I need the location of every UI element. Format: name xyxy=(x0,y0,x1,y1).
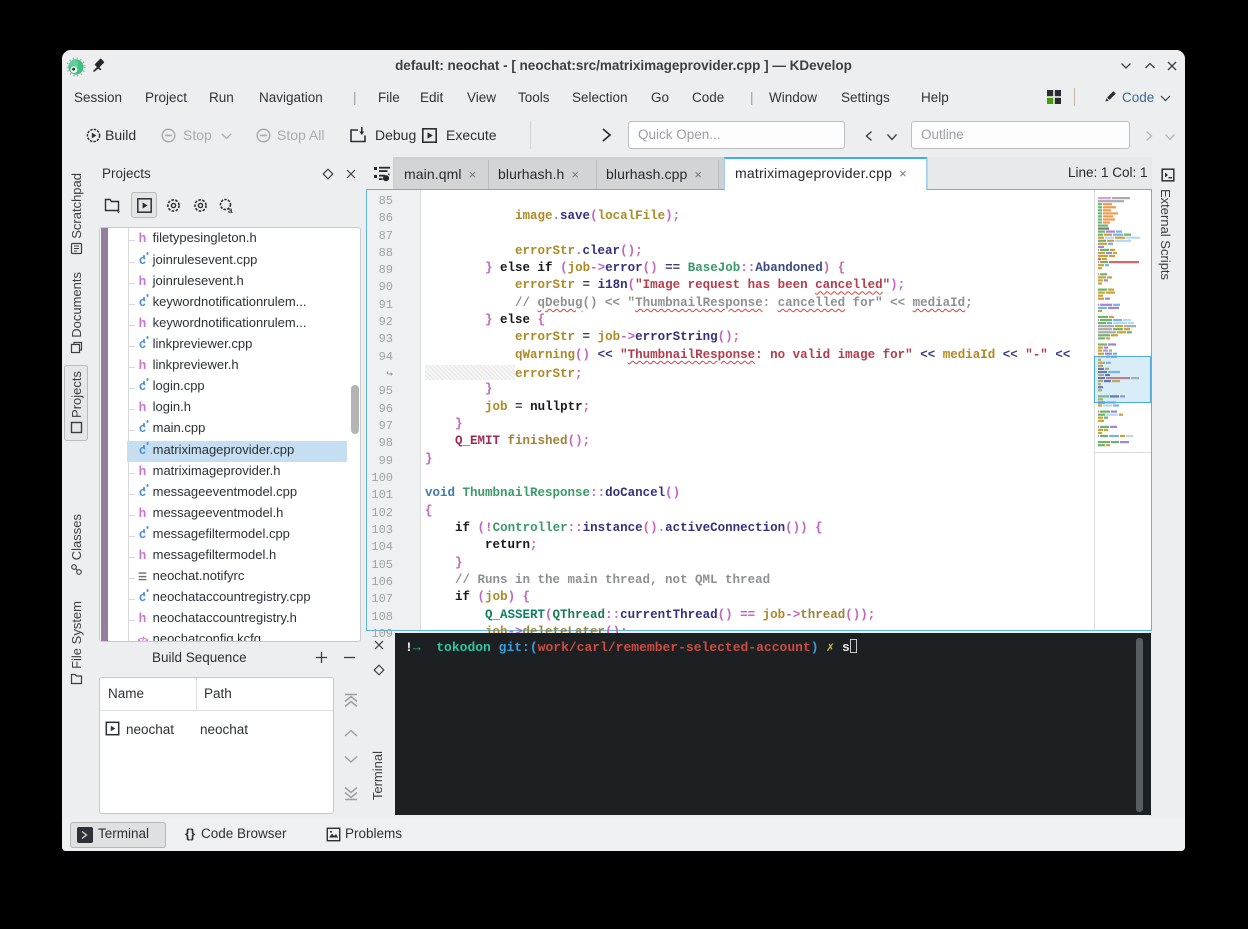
svg-text:a: a xyxy=(228,206,233,214)
